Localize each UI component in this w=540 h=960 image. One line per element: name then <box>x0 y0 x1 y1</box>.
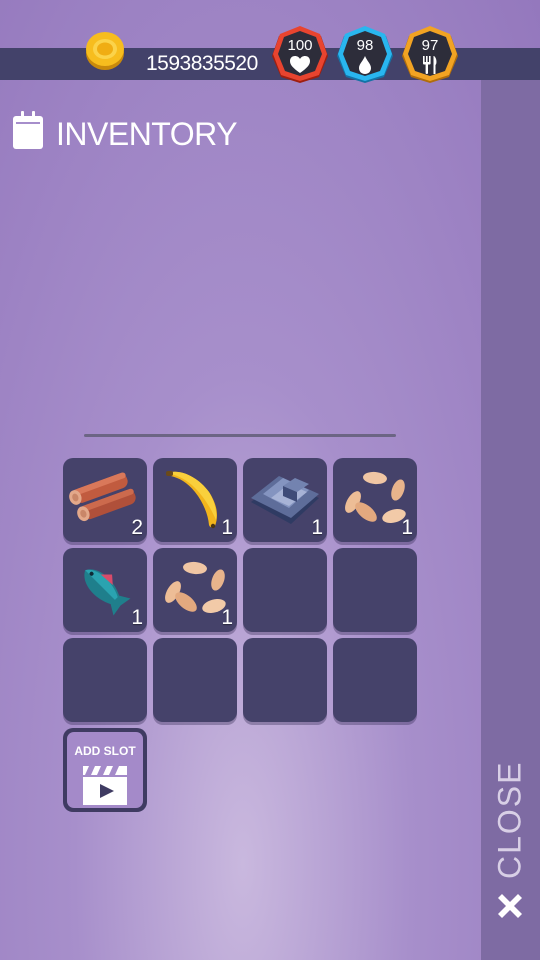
item-quantity: 1 <box>221 606 233 629</box>
inventory-slot-empty[interactable] <box>153 638 237 722</box>
item-quantity: 2 <box>131 516 143 539</box>
water-value: 98 <box>356 37 374 54</box>
item-quantity: 1 <box>221 516 233 539</box>
inventory-slot-empty[interactable] <box>63 638 147 722</box>
inventory-slot[interactable]: 1 <box>153 458 237 542</box>
inventory-title: INVENTORY <box>56 116 238 152</box>
add-slot-label: ADD SLOT <box>74 744 136 758</box>
inventory-slot[interactable]: 2 <box>63 458 147 542</box>
inventory-slot-empty[interactable] <box>333 548 417 632</box>
item-quantity: 1 <box>401 516 413 539</box>
backpack-icon <box>13 111 43 149</box>
health-stat: 100 <box>270 25 330 85</box>
heart-icon <box>290 56 310 73</box>
coins-count: 1593835520 <box>146 52 258 75</box>
gold-coin-icon <box>86 32 124 70</box>
health-value: 100 <box>287 37 313 54</box>
inventory-slot-empty[interactable] <box>243 638 327 722</box>
item-quantity: 1 <box>131 606 143 629</box>
inventory-grid: 2 1 1 1 1 1 <box>63 458 423 722</box>
food-value: 97 <box>421 37 439 54</box>
water-stat: 98 <box>335 25 395 85</box>
add-slot-button[interactable]: ADD SLOT <box>63 728 147 812</box>
water-drop-icon <box>359 56 371 74</box>
inventory-slot[interactable]: 1 <box>63 548 147 632</box>
divider <box>84 434 396 437</box>
close-x-icon[interactable] <box>492 888 528 924</box>
item-quantity: 1 <box>311 516 323 539</box>
close-label[interactable]: CLOSE <box>486 760 534 880</box>
inventory-slot[interactable]: 1 <box>333 458 417 542</box>
food-stat: 97 <box>400 25 460 85</box>
inventory-slot-empty[interactable] <box>333 638 417 722</box>
video-clapper-icon <box>83 766 127 805</box>
inventory-slot[interactable]: 1 <box>243 458 327 542</box>
inventory-slot[interactable]: 1 <box>153 548 237 632</box>
inventory-slot-empty[interactable] <box>243 548 327 632</box>
fork-knife-icon <box>423 56 437 74</box>
